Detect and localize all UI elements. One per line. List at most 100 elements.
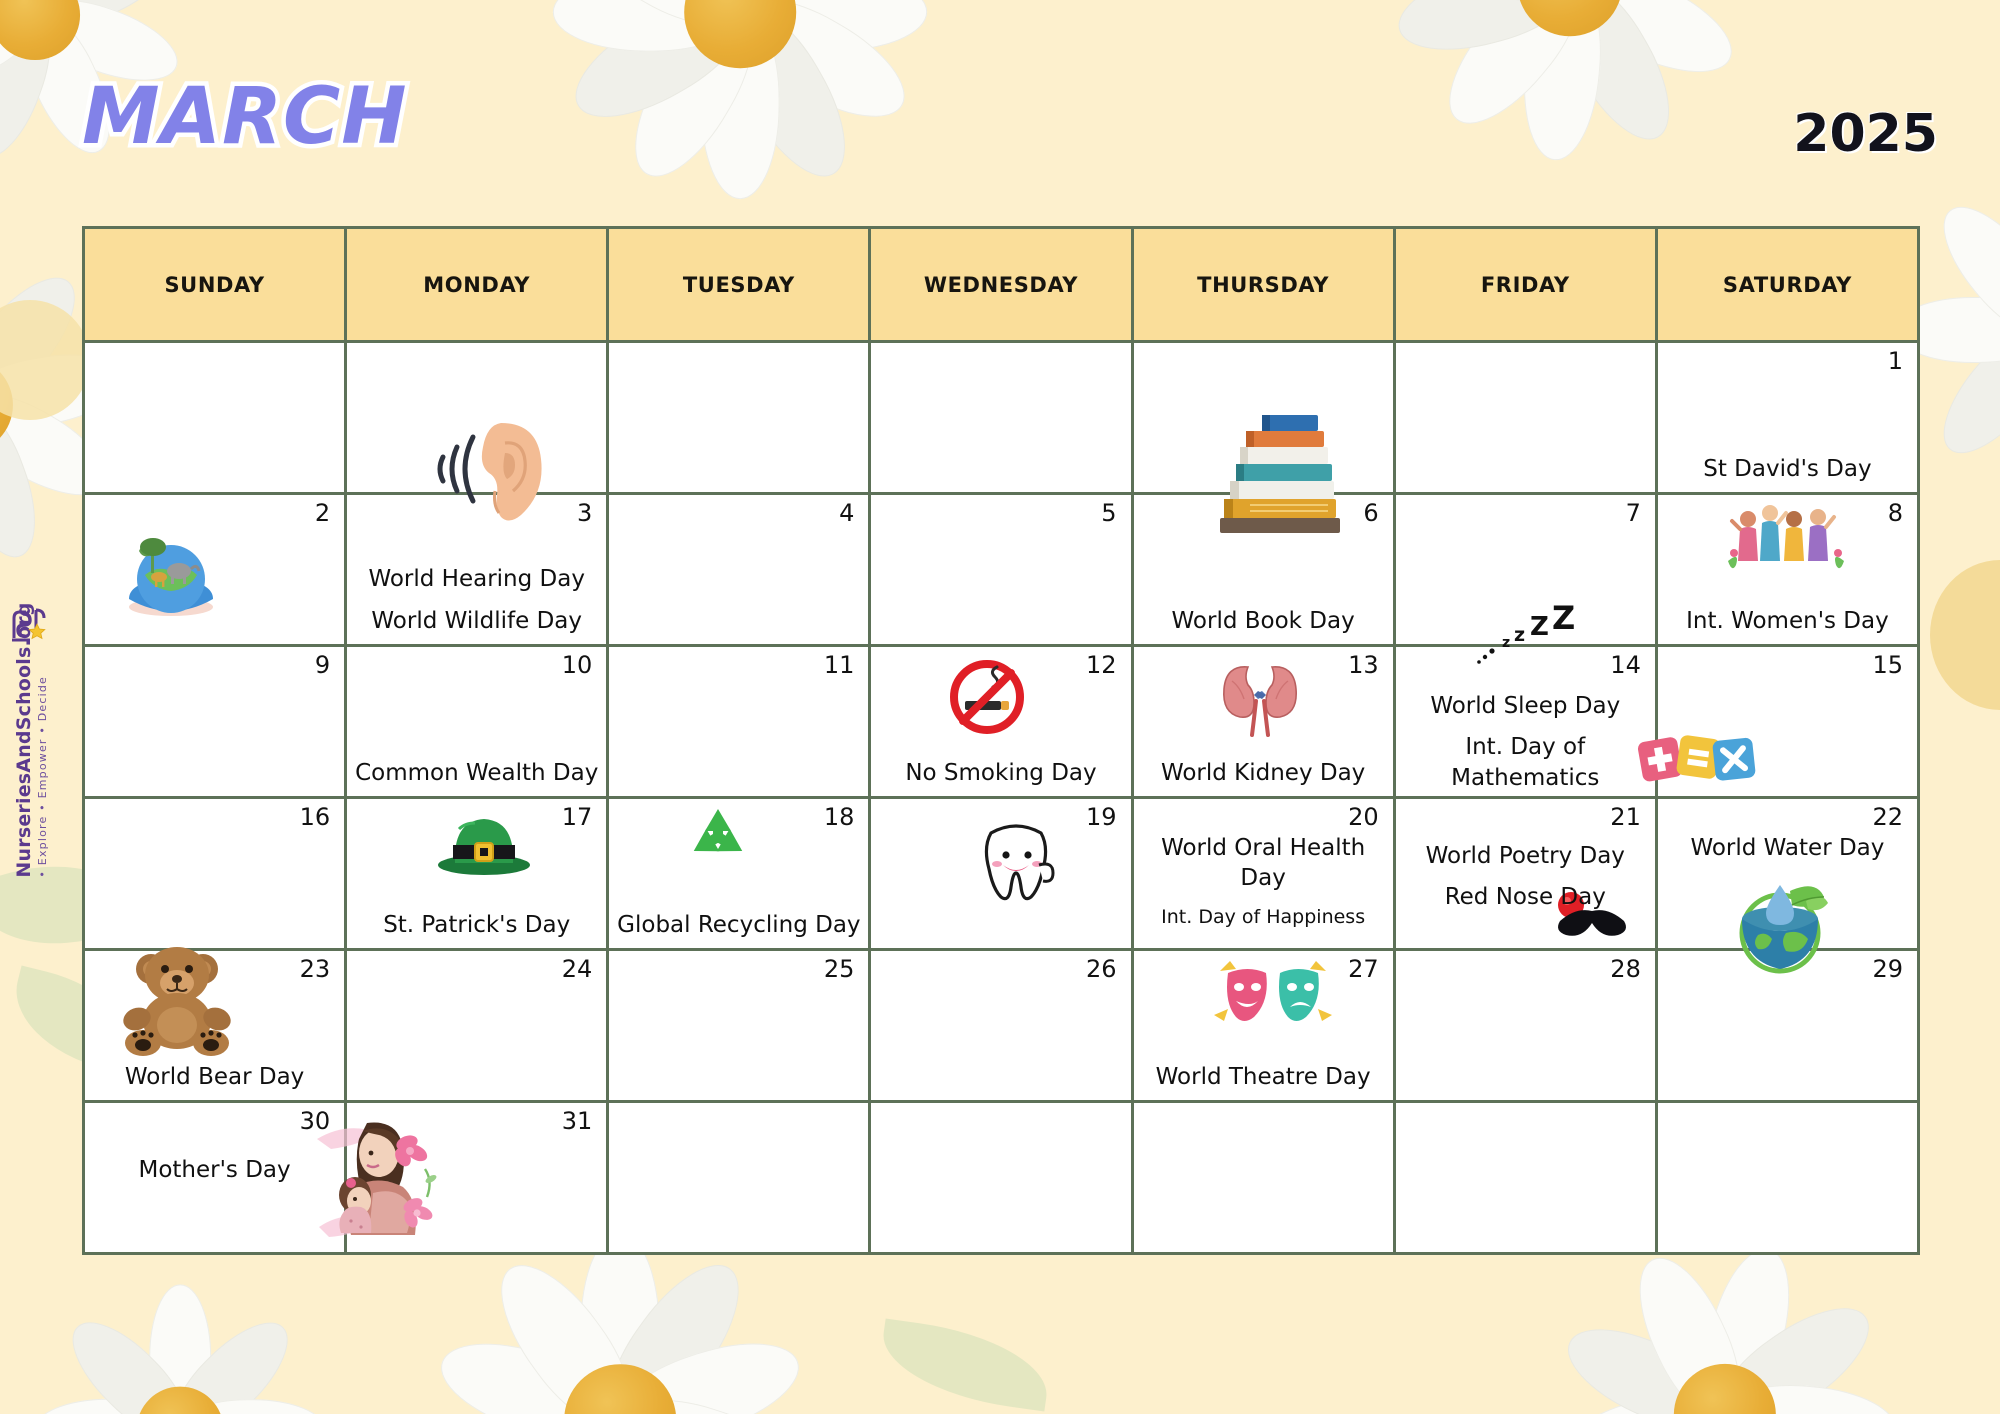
day-cell-1[interactable]: 1 St David's Day bbox=[1654, 340, 1921, 495]
event-label: World Book Day bbox=[1171, 607, 1355, 634]
calendar-header: MARCH 2025 bbox=[0, 0, 2000, 220]
day-events: World Oral Health Day Int. Day of Happin… bbox=[1138, 833, 1389, 930]
day-number: 15 bbox=[1872, 651, 1903, 679]
day-events: Int. Women's Day bbox=[1662, 606, 1913, 636]
day-cell-17[interactable]: 17 St. Patrick's Day bbox=[344, 796, 610, 951]
day-cell-empty bbox=[1130, 1100, 1396, 1255]
day-cell-25[interactable]: 25 bbox=[606, 948, 872, 1103]
daisy-flower-icon bbox=[34, 1284, 326, 1414]
weekday-header-tuesday: TUESDAY bbox=[606, 226, 872, 343]
calendar-week-row: 2 3 World Hearing Day World Wildlife Day… bbox=[81, 415, 1921, 647]
day-cell-10[interactable]: 10 Common Wealth Day bbox=[344, 644, 610, 799]
day-events: Mother's Day bbox=[89, 1155, 340, 1185]
day-events: Common Wealth Day bbox=[351, 758, 602, 788]
day-cell-6[interactable]: 6 World Book Day bbox=[1130, 415, 1396, 647]
day-events: World Kidney Day bbox=[1138, 758, 1389, 788]
day-cell-13[interactable]: 13 World Kidney Day bbox=[1130, 644, 1396, 799]
event-label: World Poetry Day bbox=[1425, 843, 1625, 869]
day-cell-31[interactable]: 31 bbox=[344, 1100, 610, 1255]
event-label: St. Patrick's Day bbox=[383, 911, 571, 938]
day-cell-28[interactable]: 28 bbox=[1392, 948, 1658, 1103]
event-label: Mother's Day bbox=[138, 1157, 291, 1183]
day-events: World Book Day bbox=[1138, 606, 1389, 636]
weekday-header-wednesday: WEDNESDAY bbox=[868, 226, 1134, 343]
day-cell-30[interactable]: 30 Mother's Day bbox=[81, 1100, 437, 1255]
day-number: 5 bbox=[1101, 499, 1117, 527]
leaf-icon bbox=[875, 1318, 1055, 1412]
event-label: Int. Women's Day bbox=[1686, 607, 1889, 634]
day-number: 27 bbox=[1348, 955, 1379, 983]
month-title: MARCH bbox=[78, 72, 412, 162]
weekday-header-monday: MONDAY bbox=[344, 226, 610, 343]
leprechaun-hat-icon bbox=[438, 819, 531, 875]
day-number: 20 bbox=[1348, 803, 1379, 831]
day-events: World Hearing Day World Wildlife Day bbox=[351, 564, 602, 636]
day-cell-4[interactable]: 4 bbox=[606, 492, 872, 647]
day-cell-8[interactable]: 8 Int. Women's Day bbox=[1654, 492, 1921, 647]
day-number: 12 bbox=[1086, 651, 1117, 679]
day-number: 14 bbox=[1610, 651, 1641, 679]
day-number: 3 bbox=[577, 499, 593, 527]
day-number: 21 bbox=[1610, 803, 1641, 831]
day-cell-2[interactable]: 2 bbox=[81, 492, 348, 647]
day-cell-21[interactable]: 21 World Poetry Day Red Nose Day bbox=[1392, 796, 1658, 951]
calendar-week-row: 23 World Bear Day 24 25 26 27 World Thea… bbox=[81, 947, 1921, 1103]
day-number: 4 bbox=[839, 499, 855, 527]
day-cell-22[interactable]: 22 World Water Day bbox=[1654, 796, 1921, 974]
day-events: St. Patrick's Day bbox=[351, 910, 602, 940]
day-number: 24 bbox=[561, 955, 593, 983]
recycling-icon bbox=[694, 809, 743, 852]
event-label: No Smoking Day bbox=[905, 759, 1097, 786]
weekday-header-friday: FRIDAY bbox=[1392, 226, 1658, 343]
day-cell-empty bbox=[81, 340, 348, 495]
day-cell-15[interactable]: 15 bbox=[1637, 644, 1921, 799]
day-cell-27[interactable]: 27 World Theatre Day bbox=[1130, 948, 1396, 1103]
no-smoking-icon bbox=[950, 660, 1025, 734]
day-cell-5[interactable]: 5 bbox=[868, 492, 1134, 647]
day-cell-19[interactable]: 19 bbox=[868, 796, 1134, 951]
day-cell-11[interactable]: 11 bbox=[606, 644, 872, 799]
event-label: World Oral Health Day bbox=[1161, 835, 1366, 892]
day-number: 16 bbox=[299, 803, 331, 831]
day-cell-24[interactable]: 24 bbox=[344, 948, 610, 1103]
day-number: 28 bbox=[1610, 955, 1641, 983]
day-cell-18[interactable]: 18 Global Recycling Day bbox=[606, 796, 872, 951]
day-number: 10 bbox=[561, 651, 593, 679]
day-number: 9 bbox=[314, 651, 331, 679]
day-events: World Theatre Day bbox=[1138, 1062, 1389, 1092]
day-cell-9[interactable]: 9 bbox=[81, 644, 348, 799]
day-number: 17 bbox=[561, 803, 593, 831]
year-title: 2025 bbox=[1793, 104, 1938, 164]
event-label: World Bear Day bbox=[124, 1063, 305, 1090]
teddy-bear-icon bbox=[123, 947, 231, 1056]
day-cell-empty bbox=[1392, 340, 1658, 495]
day-cell-12[interactable]: 12 No Smoking Day bbox=[868, 644, 1134, 799]
calendar-week-row: 16 17 St. Patrick's Day 18 Global Recycl… bbox=[81, 796, 1921, 974]
day-cell-14[interactable]: 14 Z Z z z World Sleep Day Int. Day of M… bbox=[1392, 601, 1658, 799]
day-number: 19 bbox=[1086, 803, 1117, 831]
day-number: 13 bbox=[1348, 651, 1379, 679]
event-label: World Water Day bbox=[1690, 835, 1885, 861]
day-cell-29[interactable]: 29 bbox=[1654, 948, 1921, 1103]
day-number: 29 bbox=[1872, 955, 1903, 983]
day-cell-7[interactable]: 7 bbox=[1392, 492, 1658, 647]
day-cell-23[interactable]: 23 World Bear Day bbox=[81, 947, 348, 1103]
day-cell-20[interactable]: 20 World Oral Health Day Int. Day of Hap… bbox=[1130, 796, 1396, 951]
weekday-header-saturday: SATURDAY bbox=[1654, 226, 1921, 343]
day-number: 30 bbox=[299, 1107, 331, 1135]
day-cell-3[interactable]: 3 World Hearing Day World Wildlife Day bbox=[344, 423, 610, 647]
event-label: Int. Day of Happiness bbox=[1161, 905, 1366, 928]
event-label: World Hearing Day bbox=[368, 566, 585, 593]
day-number: 2 bbox=[314, 499, 331, 527]
daisy-flower-icon bbox=[1549, 1239, 1900, 1414]
day-cell-26[interactable]: 26 bbox=[868, 948, 1134, 1103]
weekday-header-row: SUNDAY MONDAY TUESDAY WEDNESDAY THURSDAY… bbox=[81, 226, 1921, 343]
day-number: 18 bbox=[823, 803, 855, 831]
day-events: World Bear Day bbox=[89, 1062, 340, 1092]
day-cell-empty bbox=[344, 340, 610, 495]
day-cell-16[interactable]: 16 bbox=[81, 796, 348, 951]
day-cell-empty bbox=[1392, 1100, 1658, 1255]
weekday-header-thursday: THURSDAY bbox=[1130, 226, 1396, 343]
event-label: Global Recycling Day bbox=[617, 911, 861, 938]
daisy-flower-icon bbox=[429, 1232, 811, 1414]
